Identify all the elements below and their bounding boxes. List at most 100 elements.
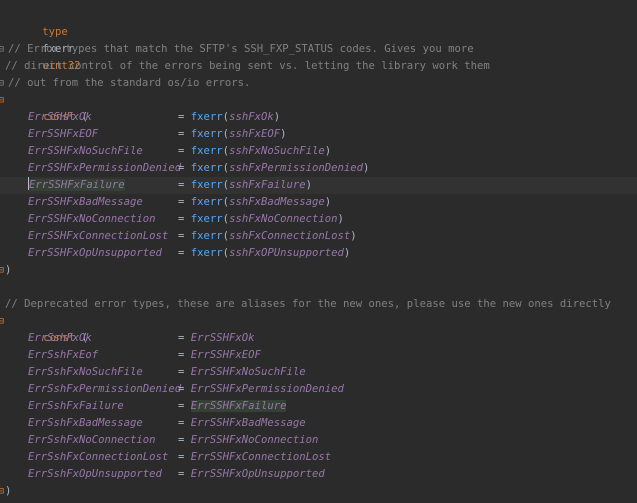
- alias-value: ErrSSHFxConnectionLost: [190, 451, 332, 463]
- func-call: fxerr: [190, 111, 223, 123]
- code-line-comment[interactable]: // direct control of the errors being se…: [0, 58, 637, 75]
- const-name: ErrSSHFxBadMessage: [28, 196, 143, 208]
- alias-value: ErrSSHFxNoSuchFile: [190, 366, 306, 378]
- assign-op: =: [178, 434, 185, 446]
- code-line-alias-entry[interactable]: ErrSshFxPermissionDenied= ErrSSHFxPermis…: [0, 381, 637, 398]
- code-line-comment[interactable]: // Deprecated error types, these are ali…: [0, 296, 637, 313]
- comment-text: // Deprecated error types, these are ali…: [5, 298, 611, 310]
- alias-name: ErrSshFxNoConnection: [28, 434, 156, 446]
- alias-value: ErrSSHFxNoConnection: [190, 434, 319, 446]
- func-arg: sshFxNoSuchFile: [229, 145, 325, 157]
- func-arg: sshFxConnectionLost: [229, 230, 351, 242]
- code-line-const-close[interactable]: ⊟ ): [0, 483, 637, 500]
- fold-marker-icon[interactable]: ⊟: [0, 313, 4, 330]
- code-line-comment[interactable]: ⊟ // Error types that match the SFTP's S…: [0, 41, 637, 58]
- alias-value: ErrSSHFxOk: [190, 332, 255, 344]
- func-arg: sshFxFailure: [229, 179, 306, 191]
- keyword-type: type: [42, 26, 68, 38]
- assign-op: =: [178, 247, 185, 259]
- code-line-alias-entry[interactable]: ErrSshFxEof = ErrSSHFxEOF: [0, 347, 637, 364]
- code-line-const-entry[interactable]: ErrSSHFxConnectionLost = fxerr(sshFxConne…: [0, 228, 637, 245]
- alias-value-usage-highlight: ErrSSHFxFailure: [190, 400, 287, 412]
- code-line-alias-entry[interactable]: ErrSshFxFailure = ErrSSHFxFailure: [0, 398, 637, 415]
- func-arg: sshFxEOF: [229, 128, 281, 140]
- comment-text: // direct control of the errors being se…: [5, 60, 490, 72]
- code-line-const-entry[interactable]: ErrSSHFxNoSuchFile = fxerr(sshFxNoSuchFil…: [0, 143, 637, 160]
- func-call: fxerr: [190, 196, 223, 208]
- code-line-const-close[interactable]: ⊟ ): [0, 262, 637, 279]
- alias-name: ErrSshFxFailure: [28, 400, 124, 412]
- assign-op: =: [178, 179, 185, 191]
- func-call: fxerr: [190, 247, 223, 259]
- alias-name: ErrSshFxConnectionLost: [28, 451, 169, 463]
- alias-value: ErrSSHFxPermissionDenied: [190, 383, 344, 395]
- alias-name: ErrSshFxNoSuchFile: [28, 366, 143, 378]
- alias-name: ErrSshFxBadMessage: [28, 417, 143, 429]
- code-line-type-decl[interactable]: type fxerr uint32: [0, 7, 637, 72]
- code-line-alias-entry[interactable]: ErrSshFxOk = ErrSSHFxOk: [0, 330, 637, 347]
- const-name: ErrSSHFxNoSuchFile: [28, 145, 143, 157]
- alias-name: ErrSshFxOpUnsupported: [28, 468, 162, 480]
- code-line-const-entry[interactable]: ErrSSHFxNoConnection = fxerr(sshFxNoConne…: [0, 211, 637, 228]
- assign-op: =: [178, 332, 185, 344]
- const-name: ErrSSHFxConnectionLost: [28, 230, 169, 242]
- code-line-alias-entry[interactable]: ErrSshFxBadMessage = ErrSSHFxBadMessage: [0, 415, 637, 432]
- alias-value: ErrSSHFxEOF: [190, 349, 261, 361]
- assign-op: =: [178, 128, 185, 140]
- code-line-alias-entry[interactable]: ErrSshFxNoConnection = ErrSSHFxNoConnecti…: [0, 432, 637, 449]
- code-line-comment[interactable]: ⊟ // out from the standard os/io errors.: [0, 75, 637, 92]
- func-arg: sshFxNoConnection: [229, 213, 338, 225]
- func-call: fxerr: [190, 145, 223, 157]
- alias-name: ErrSshFxOk: [28, 332, 92, 344]
- code-line-const-entry[interactable]: ErrSSHFxEOF = fxerr(sshFxEOF): [0, 126, 637, 143]
- assign-op: =: [178, 145, 185, 157]
- assign-op: =: [178, 468, 185, 480]
- func-arg: sshFxPermissionDenied: [229, 162, 363, 174]
- assign-op: =: [178, 417, 185, 429]
- func-call: fxerr: [190, 162, 223, 174]
- const-name: ErrSSHFxOk: [28, 111, 92, 123]
- fold-marker-icon[interactable]: ⊟: [0, 92, 4, 109]
- func-arg: sshFxOPUnsupported: [229, 247, 344, 259]
- fold-marker-icon[interactable]: ⊟: [0, 41, 4, 58]
- func-call: fxerr: [190, 213, 223, 225]
- comment-text: // out from the standard os/io errors.: [8, 77, 251, 89]
- alias-value: ErrSSHFxBadMessage: [190, 417, 306, 429]
- const-name: ErrSSHFxNoConnection: [28, 213, 156, 225]
- code-line-alias-entry[interactable]: ErrSshFxConnectionLost = ErrSSHFxConnecti…: [0, 449, 637, 466]
- assign-op: =: [178, 383, 185, 395]
- code-line-alias-entry[interactable]: ErrSshFxOpUnsupported = ErrSSHFxOpUnsuppo…: [0, 466, 637, 483]
- func-call: fxerr: [190, 230, 223, 242]
- code-line-alias-entry[interactable]: ErrSshFxNoSuchFile = ErrSSHFxNoSuchFile: [0, 364, 637, 381]
- alias-value: ErrSSHFxOpUnsupported: [190, 468, 325, 480]
- assign-op: =: [178, 349, 185, 361]
- const-name: ErrSSHFxOpUnsupported: [28, 247, 162, 259]
- func-call: fxerr: [190, 179, 223, 191]
- assign-op: =: [178, 230, 185, 242]
- comment-text: // Error types that match the SFTP's SSH…: [8, 43, 474, 55]
- func-arg: sshFxOk: [229, 111, 274, 123]
- fold-end-icon[interactable]: ⊟: [0, 75, 4, 92]
- code-line-const-entry[interactable]: ErrSSHFxBadMessage = fxerr(sshFxBadMessag…: [0, 194, 637, 211]
- close-paren: ): [5, 485, 12, 497]
- fold-end-icon[interactable]: ⊟: [0, 483, 4, 500]
- close-paren: ): [5, 264, 12, 276]
- code-line-const-entry-current[interactable]: ErrSSHFxFailure = fxerr(sshFxFailure): [0, 177, 637, 194]
- const-name: ErrSSHFxPermissionDenied: [28, 162, 182, 174]
- assign-op: =: [178, 451, 185, 463]
- assign-op: =: [178, 162, 185, 174]
- fold-end-icon[interactable]: ⊟: [0, 262, 4, 279]
- code-editor[interactable]: type fxerr uint32 ⊟ // Error types that …: [0, 0, 637, 503]
- code-line-const-entry[interactable]: ErrSSHFxOpUnsupported = fxerr(sshFxOPUnsu…: [0, 245, 637, 262]
- const-name: ErrSSHFxEOF: [28, 128, 99, 140]
- assign-op: =: [178, 213, 185, 225]
- code-line-const-entry[interactable]: ErrSSHFxPermissionDenied= fxerr(sshFxPer…: [0, 160, 637, 177]
- code-line-const-open[interactable]: ⊟ const (: [0, 92, 637, 123]
- assign-op: =: [178, 400, 185, 412]
- code-line-const-open[interactable]: ⊟ const (: [0, 313, 637, 344]
- func-arg: sshFxBadMessage: [229, 196, 325, 208]
- assign-op: =: [178, 366, 185, 378]
- func-call: fxerr: [190, 128, 223, 140]
- assign-op: =: [178, 196, 185, 208]
- code-line-const-entry[interactable]: ErrSSHFxOk = fxerr(sshFxOk): [0, 109, 637, 126]
